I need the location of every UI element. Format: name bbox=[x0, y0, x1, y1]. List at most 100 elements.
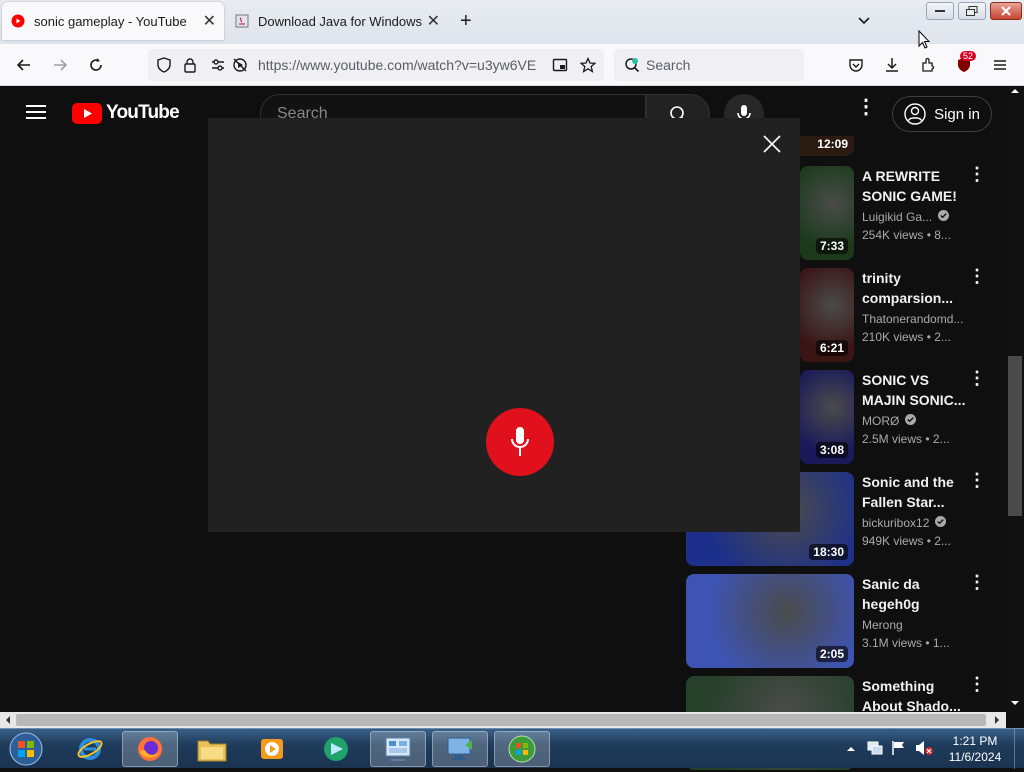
show-desktop-button[interactable] bbox=[1014, 729, 1024, 769]
video-duration: 7:33 bbox=[815, 238, 848, 254]
show-hidden-icons-icon[interactable] bbox=[846, 741, 856, 759]
clock-time: 1:21 PM bbox=[952, 734, 998, 748]
tab-java[interactable]: Download Java for Windows ✕ bbox=[226, 2, 448, 40]
video-title[interactable]: Sanic da hegeh0g bbox=[862, 574, 972, 614]
taskbar-internet-explorer[interactable] bbox=[62, 731, 118, 767]
monitor-icon bbox=[447, 737, 472, 760]
video-channel[interactable]: Merong bbox=[862, 618, 972, 632]
video-title[interactable]: Something About Shado... bbox=[862, 676, 972, 716]
video-action-menu-icon[interactable]: ⋮ bbox=[968, 267, 986, 285]
downloads-icon[interactable] bbox=[880, 53, 904, 77]
windows-taskbar: 1:21 PM 11/6/2024 bbox=[0, 728, 1024, 769]
picture-in-picture-icon[interactable] bbox=[552, 57, 568, 78]
tab-youtube[interactable]: sonic gameplay - YouTube ✕ bbox=[2, 2, 224, 40]
start-button[interactable] bbox=[6, 731, 46, 767]
scroll-left-icon[interactable] bbox=[3, 715, 13, 725]
youtube-logo[interactable]: YouTube bbox=[72, 102, 180, 124]
channel-name: Merong bbox=[862, 618, 903, 632]
voice-search-dialog bbox=[208, 118, 800, 532]
microphone-icon bbox=[511, 427, 529, 456]
action-center-flag-icon[interactable] bbox=[890, 739, 908, 762]
guide-menu-icon[interactable] bbox=[26, 104, 46, 125]
video-thumbnail[interactable]: 7:33 bbox=[800, 166, 854, 260]
tracking-protection-shield-icon[interactable] bbox=[156, 57, 172, 78]
tab-label: Download Java for Windows bbox=[258, 13, 423, 29]
ublock-extension-icon[interactable]: 52 bbox=[952, 51, 977, 77]
channel-name: Thatonerandomd... bbox=[862, 312, 964, 326]
sign-in-button[interactable]: Sign in bbox=[892, 96, 992, 132]
new-tab-button[interactable]: + bbox=[460, 10, 472, 33]
video-action-menu-icon[interactable]: ⋮ bbox=[968, 471, 986, 489]
video-action-menu-icon[interactable]: ⋮ bbox=[968, 573, 986, 591]
youtube-logo-text: YouTube bbox=[106, 102, 180, 123]
channel-name: Luigikid Ga... bbox=[862, 210, 933, 224]
clock-date: 11/6/2024 bbox=[948, 750, 1002, 764]
horizontal-scrollbar-thumb[interactable] bbox=[16, 714, 986, 726]
back-icon[interactable] bbox=[12, 53, 36, 77]
taskbar-windows-update[interactable] bbox=[494, 731, 550, 767]
video-views: 2.5M views • 2... bbox=[862, 432, 950, 446]
tab-close-icon[interactable]: ✕ bbox=[427, 11, 440, 31]
taskbar-file-explorer[interactable] bbox=[184, 731, 240, 767]
video-duration: 2:05 bbox=[815, 646, 848, 662]
taskbar-control-panel[interactable] bbox=[370, 731, 426, 767]
video-list-item[interactable]: 2:05 Sanic da hegeh0g Merong 3.1M views • 1… bbox=[686, 573, 1006, 670]
volume-muted-icon[interactable] bbox=[914, 739, 934, 762]
video-title[interactable]: A REWRITE SONIC GAME! bbox=[862, 166, 972, 206]
forward-icon[interactable] bbox=[48, 53, 72, 77]
permissions-icon[interactable] bbox=[210, 57, 226, 78]
video-channel[interactable]: MORØ bbox=[862, 414, 972, 428]
video-channel[interactable]: Thatonerandomd... bbox=[862, 312, 972, 326]
green-app-icon bbox=[324, 737, 348, 761]
taskbar-remote-desktop[interactable] bbox=[432, 731, 488, 767]
pocket-icon[interactable] bbox=[844, 53, 868, 77]
video-thumbnail[interactable]: 2:05 bbox=[686, 574, 854, 668]
close-icon[interactable] bbox=[760, 132, 784, 156]
internet-explorer-icon bbox=[77, 738, 103, 760]
url-bar[interactable]: https://www.youtube.com/watch?v=u3yw6VE bbox=[148, 49, 604, 81]
partial-video-thumbnail[interactable]: 12:09 bbox=[800, 136, 854, 156]
scroll-up-icon[interactable] bbox=[1010, 86, 1020, 96]
video-channel[interactable]: bickuribox12 bbox=[862, 516, 972, 530]
video-title[interactable]: SONIC VS MAJIN SONIC... bbox=[862, 370, 972, 410]
video-channel[interactable]: Luigikid Ga... bbox=[862, 210, 972, 224]
taskbar-firefox[interactable] bbox=[122, 731, 178, 767]
video-title[interactable]: trinity comparsion... bbox=[862, 268, 972, 308]
tab-close-icon[interactable]: ✕ bbox=[203, 11, 216, 31]
video-title[interactable]: Sonic and the Fallen Star... bbox=[862, 472, 972, 512]
verified-check-icon bbox=[938, 210, 950, 224]
browser-search-placeholder: Search bbox=[646, 57, 691, 73]
reload-icon[interactable] bbox=[84, 53, 108, 77]
video-thumbnail[interactable]: 3:08 bbox=[800, 370, 854, 464]
taskbar-clock[interactable]: 1:21 PM 11/6/2024 bbox=[940, 733, 1010, 765]
url-text[interactable]: https://www.youtube.com/watch?v=u3yw6VE bbox=[258, 57, 538, 73]
scroll-down-icon[interactable] bbox=[1010, 698, 1020, 708]
video-thumbnail[interactable]: 6:21 bbox=[800, 268, 854, 362]
close-window-button[interactable] bbox=[990, 2, 1022, 20]
video-action-menu-icon[interactable]: ⋮ bbox=[968, 165, 986, 183]
settings-more-icon[interactable]: ⋮ bbox=[856, 97, 876, 117]
taskbar-media-player[interactable] bbox=[244, 731, 300, 767]
browser-search-bar[interactable]: Search bbox=[614, 49, 804, 81]
firefox-icon bbox=[138, 737, 162, 761]
autoplay-blocked-icon[interactable] bbox=[232, 57, 248, 78]
extensions-icon[interactable] bbox=[916, 53, 940, 77]
youtube-play-logo-icon bbox=[72, 102, 102, 124]
taskbar-app-green[interactable] bbox=[308, 731, 364, 767]
vertical-scrollbar-thumb[interactable] bbox=[1008, 356, 1022, 516]
network-icon[interactable] bbox=[866, 739, 884, 762]
channel-name: bickuribox12 bbox=[862, 516, 930, 530]
hamburger-menu-icon[interactable] bbox=[988, 53, 1012, 77]
tab-label: sonic gameplay - YouTube bbox=[34, 13, 187, 29]
minimize-button[interactable] bbox=[926, 2, 954, 20]
list-all-tabs-icon[interactable] bbox=[856, 12, 872, 33]
video-action-menu-icon[interactable]: ⋮ bbox=[968, 675, 986, 693]
maximize-button[interactable] bbox=[958, 2, 986, 20]
extension-badge: 52 bbox=[960, 51, 977, 61]
video-action-menu-icon[interactable]: ⋮ bbox=[968, 369, 986, 387]
lock-icon[interactable] bbox=[182, 57, 198, 78]
scroll-right-icon[interactable] bbox=[992, 715, 1002, 725]
voice-mic-button[interactable] bbox=[486, 408, 554, 476]
bookmark-star-icon[interactable] bbox=[579, 56, 597, 78]
account-icon bbox=[904, 103, 926, 125]
